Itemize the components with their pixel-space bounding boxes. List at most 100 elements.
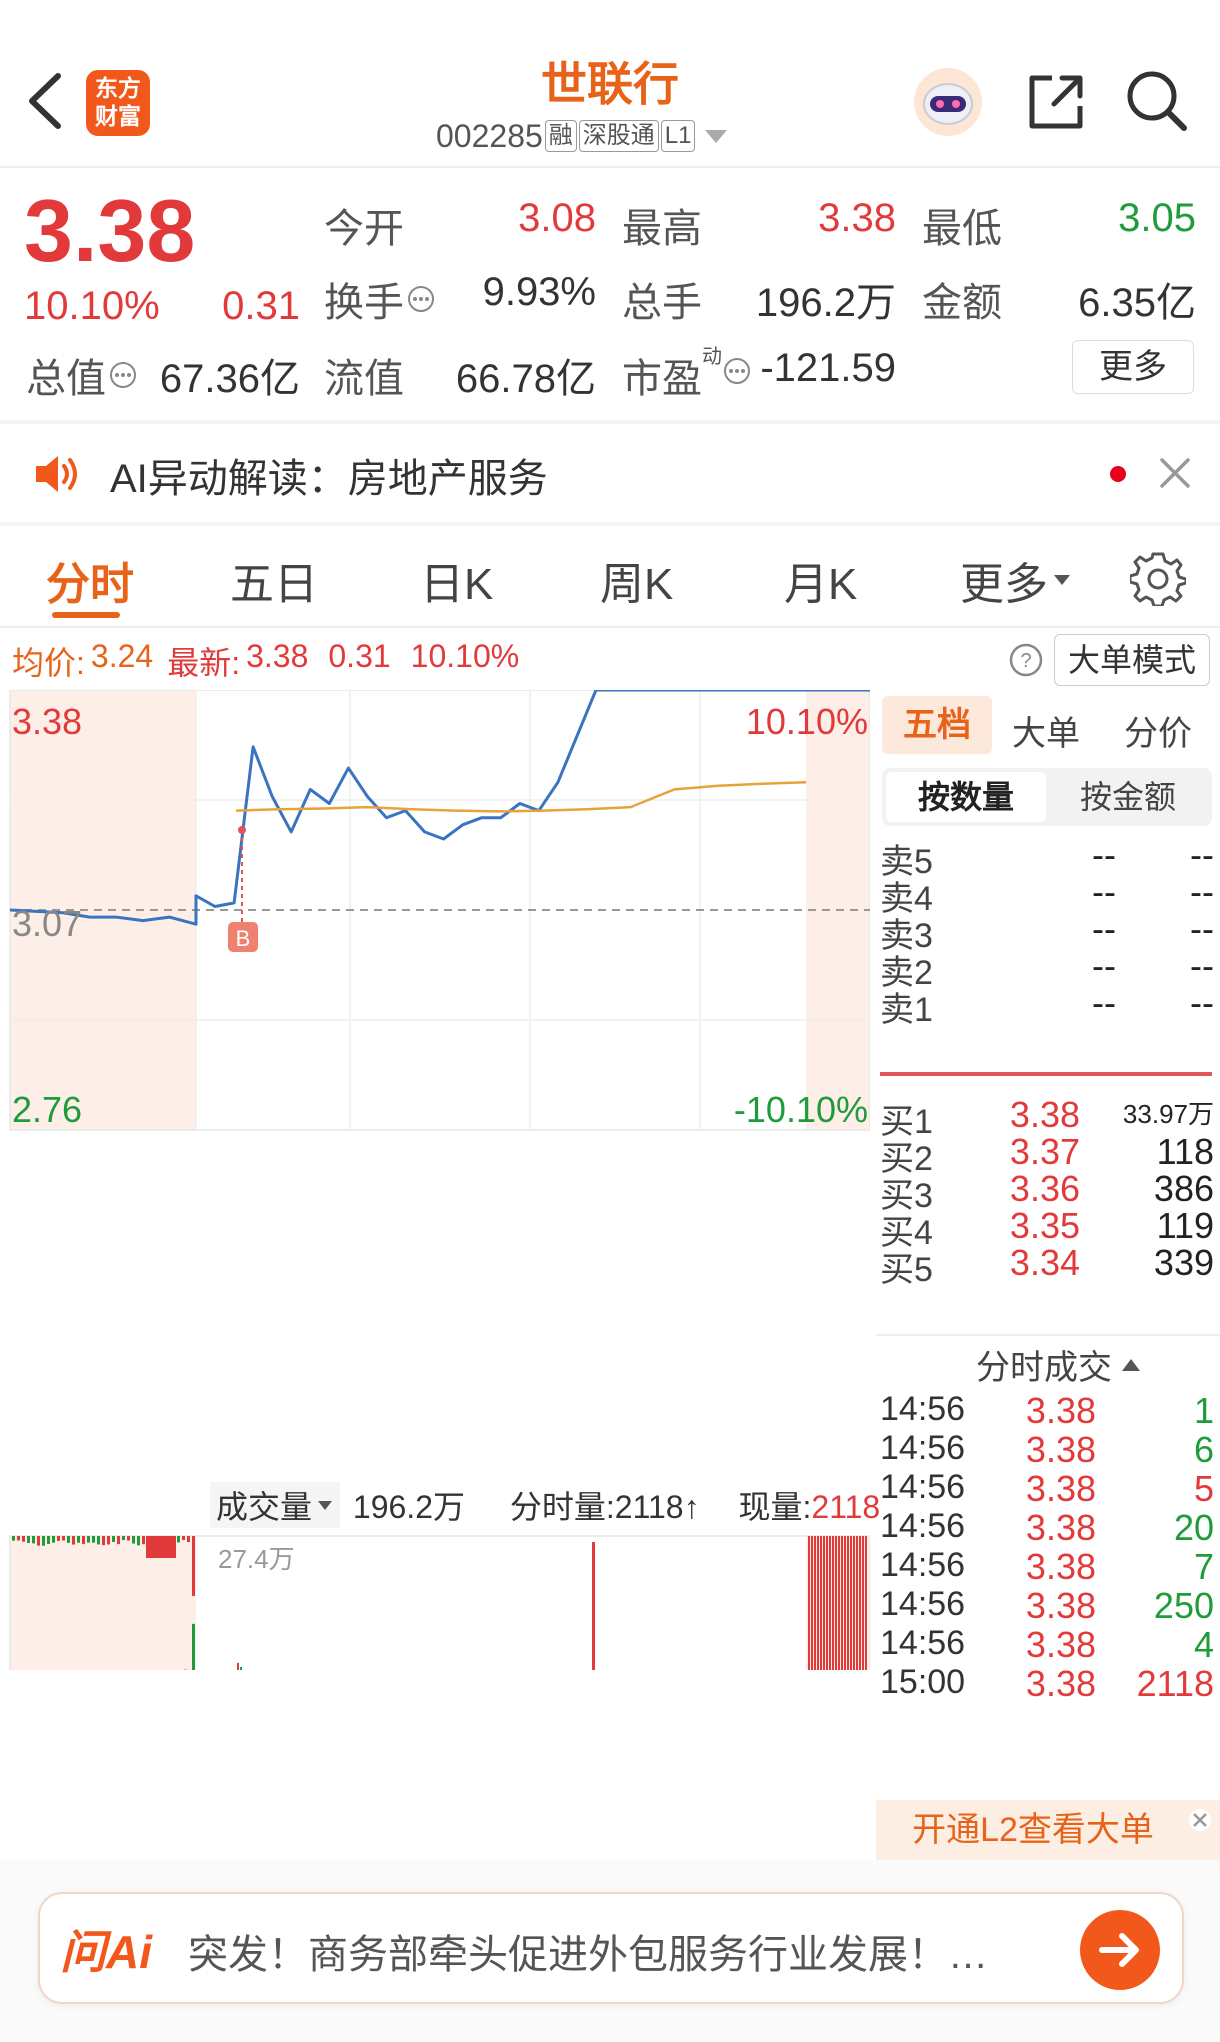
subtab-by-amount[interactable]: 按金额: [1048, 772, 1208, 822]
volume-indicator-selector[interactable]: 成交量: [210, 1482, 341, 1528]
amount-label: 金额: [922, 281, 1002, 325]
volume-bar-top: [117, 1536, 120, 1545]
orderbook-tab-large[interactable]: 大单: [1012, 706, 1080, 755]
large-order-mode-button[interactable]: 大单模式: [1054, 634, 1210, 686]
status-bar: [0, 0, 1220, 10]
tab-intraday[interactable]: 分时: [46, 548, 134, 612]
close-icon[interactable]: [1188, 1808, 1212, 1832]
volume-bar-top: [12, 1536, 15, 1541]
divider: [0, 626, 1220, 628]
low-label: 最低: [922, 207, 1002, 251]
ask-volume: --: [1190, 945, 1214, 986]
trades-header[interactable]: 分时成交: [976, 1340, 1142, 1389]
tab-month-k[interactable]: 月K: [784, 548, 857, 612]
volume-bar-post: [847, 1536, 849, 1670]
arrow-right-icon: [1099, 1933, 1139, 1967]
info-dots-icon: [110, 362, 136, 388]
ask-price: --: [1092, 834, 1116, 875]
volume-bar-post: [811, 1536, 813, 1670]
volume-bar-post: [853, 1536, 855, 1670]
pe-label[interactable]: 市盈 动: [622, 346, 752, 404]
turnover-label[interactable]: 换手: [324, 270, 436, 328]
tab-more-label: 更多: [960, 560, 1048, 609]
total-value-label[interactable]: 总值: [26, 346, 138, 404]
ai-banner[interactable]: AI异动解读：房地产服务: [0, 424, 1220, 522]
chevron-left-icon: [29, 73, 61, 129]
volume-bar-top: [122, 1536, 125, 1541]
trade-price: 3.38: [1025, 1390, 1096, 1431]
tab-more[interactable]: 更多: [960, 548, 1072, 612]
volume-bar-top: [97, 1536, 100, 1545]
high-label: 最高: [622, 207, 702, 251]
latest-price-value: 3.38: [246, 638, 309, 674]
volume-bar-post: [835, 1536, 837, 1670]
trade-time: 14:56: [880, 1624, 966, 1662]
more-quote-button[interactable]: 更多: [1072, 340, 1194, 394]
tab-bar: 分时 五日 日K 周K 月K 更多: [0, 526, 1220, 626]
orderbook-tab-price[interactable]: 分价: [1124, 706, 1192, 755]
search-icon: [1127, 71, 1187, 131]
ask-price: --: [1092, 908, 1116, 949]
trade-price: 3.38: [1025, 1507, 1096, 1548]
trade-volume: 7: [1193, 1546, 1214, 1587]
trade-price: 3.38: [1025, 1585, 1096, 1626]
orderbook-tab-five-level[interactable]: 五档: [882, 696, 992, 754]
bid-label: 买5: [880, 1251, 933, 1289]
help-icon[interactable]: ?: [1008, 642, 1044, 678]
bid-volume: 119: [1156, 1205, 1214, 1246]
volume-bar-top: [42, 1536, 45, 1546]
trade-volume: 250: [1153, 1585, 1214, 1626]
volume-bar-top: [146, 1536, 176, 1558]
close-icon[interactable]: [1158, 456, 1192, 490]
app-logo[interactable]: 东方 财富: [86, 70, 150, 136]
subtab-by-quantity[interactable]: 按数量: [886, 772, 1046, 822]
trade-time: 15:00: [880, 1663, 966, 1701]
l2-banner[interactable]: 开通L2查看大单: [876, 1800, 1220, 1860]
ask-ai-send-button[interactable]: [1080, 1910, 1160, 1990]
tab-week-k[interactable]: 周K: [600, 548, 673, 612]
bid-volume: 118: [1156, 1131, 1214, 1172]
volume-bar-top: [92, 1536, 95, 1543]
trade-volume: 20: [1173, 1507, 1214, 1548]
robot-avatar-icon: [914, 68, 982, 136]
total-value-label-text: 总值: [26, 357, 106, 401]
robot-avatar[interactable]: [912, 66, 984, 138]
l2-banner-text: 开通L2查看大单: [912, 1811, 1154, 1849]
stock-code-row[interactable]: 002285 融 深股通 L1: [436, 116, 729, 156]
ai-banner-text: AI异动解读：房地产服务: [110, 457, 548, 501]
volume-bar: [192, 1623, 195, 1670]
search-button[interactable]: [1124, 68, 1190, 134]
volume-bar-post: [823, 1536, 825, 1670]
y-mid-label: 3.07: [12, 903, 82, 944]
volume-minute: 分时量:2118: [509, 1489, 684, 1525]
ask-ai-bar[interactable]: 问Ai 突发！商务部牵头促进外包服务行业发展！…: [38, 1892, 1184, 2004]
trades-title: 分时成交: [976, 1349, 1112, 1387]
float-value: 66.78亿: [455, 357, 596, 401]
logo-text-bottom: 财富: [95, 103, 141, 129]
volume-bar-post: [838, 1536, 840, 1670]
volume-bar-top: [142, 1536, 145, 1545]
trade-time: 14:56: [880, 1546, 966, 1584]
volume-bar-top: [132, 1536, 135, 1544]
share-button[interactable]: [1024, 70, 1088, 134]
settings-gear-icon[interactable]: [1130, 550, 1186, 606]
latest-change: 0.31: [328, 638, 391, 674]
tab-day-k[interactable]: 日K: [420, 548, 493, 612]
trade-time: 14:56: [880, 1468, 966, 1506]
volume-bar-post: [808, 1536, 810, 1670]
back-button[interactable]: [20, 66, 70, 136]
volume-bar-post: [820, 1536, 822, 1670]
avg-price-label: 均价:: [12, 645, 85, 681]
pct-top-label: 10.10%: [746, 701, 868, 742]
orderbook-tab-five-level-label: 五档: [903, 706, 971, 744]
volume-bar-post: [865, 1536, 867, 1670]
trade-volume: 5: [1193, 1468, 1214, 1509]
volume-bar-top: [112, 1536, 115, 1542]
tab-five-day[interactable]: 五日: [230, 548, 318, 612]
ask-price: --: [1092, 945, 1116, 986]
buy-marker-dot: [238, 826, 246, 834]
volume-now-label: 现量:: [738, 1489, 812, 1525]
current-price: 3.38: [24, 181, 196, 280]
volume-bar-top: [52, 1536, 55, 1543]
open-label: 今开: [324, 207, 404, 251]
